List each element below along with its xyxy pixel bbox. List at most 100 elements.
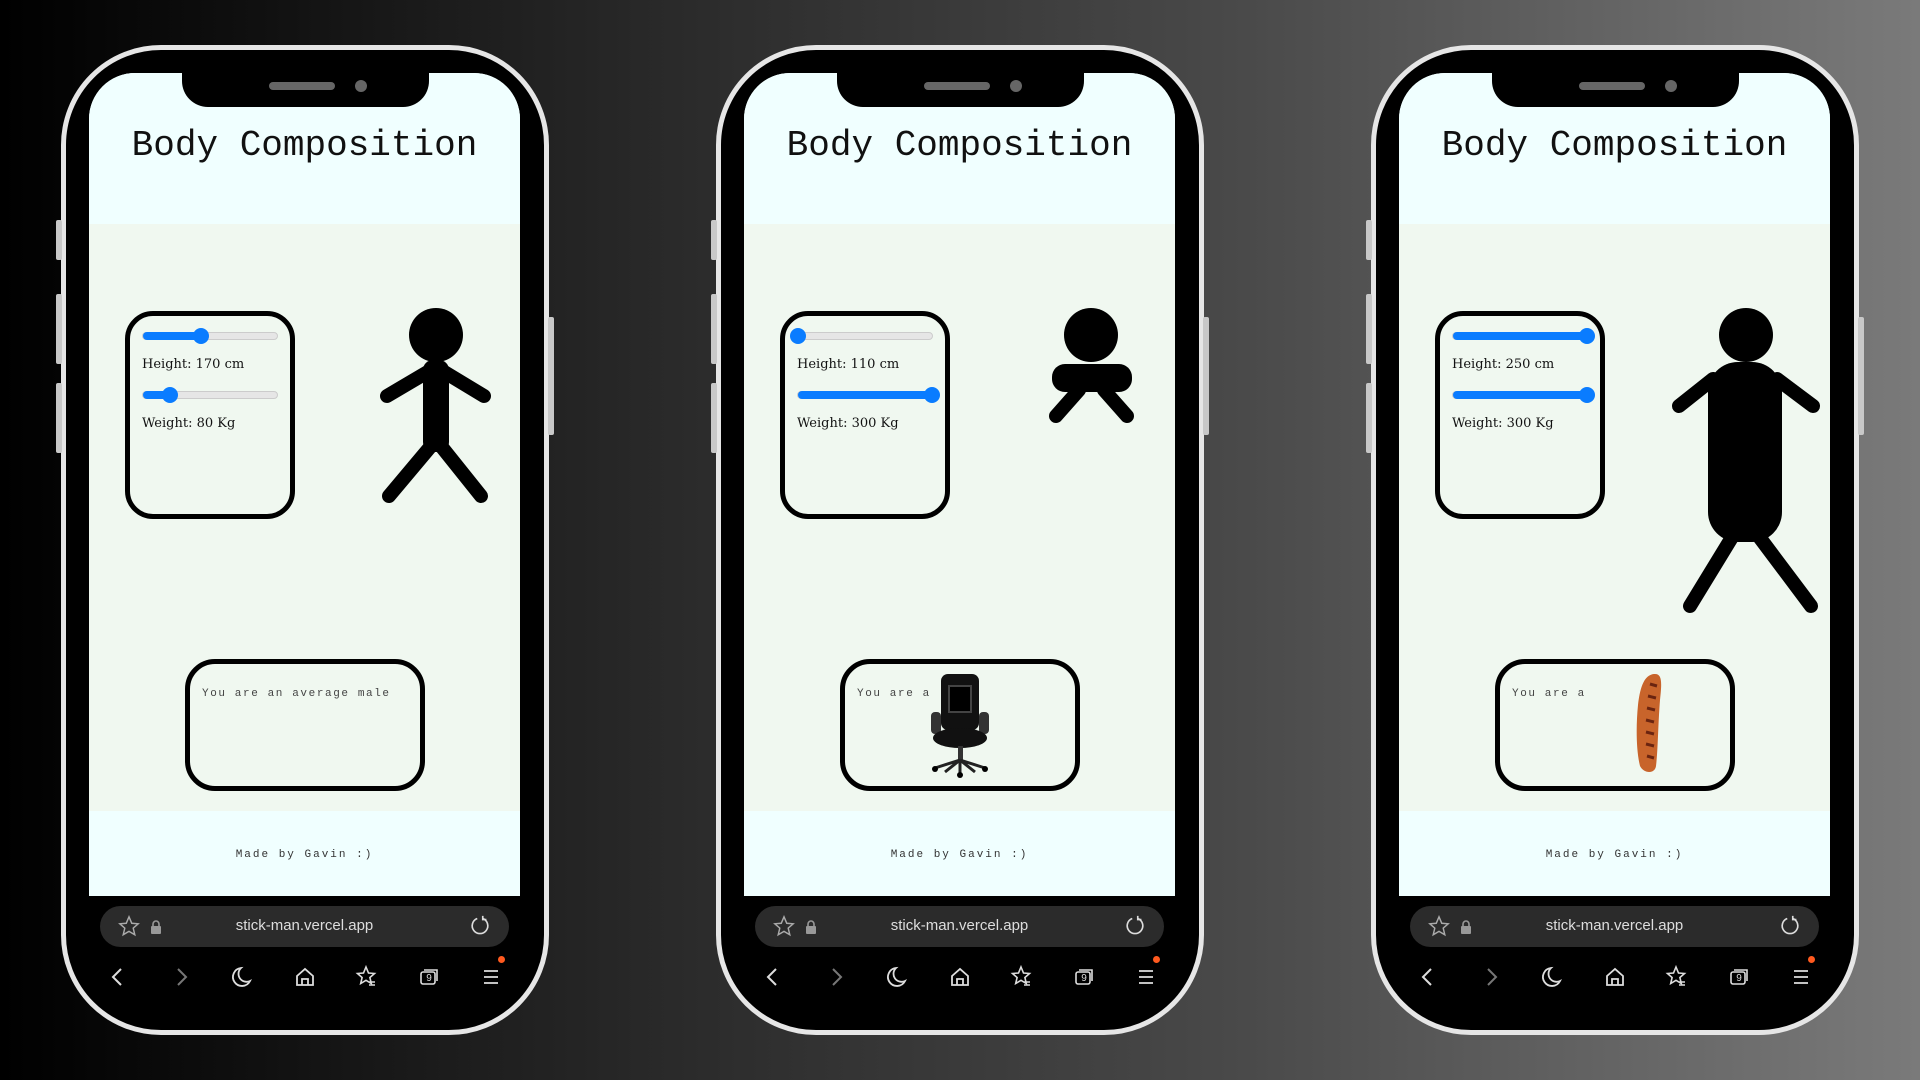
height-label: Height: 170 cm [142,357,245,372]
result-text: You are a [1512,688,1586,700]
menu-button[interactable] [476,956,506,992]
night-mode-moon-icon[interactable] [227,962,257,992]
bookmarks-icon[interactable] [1661,962,1691,992]
web-page: Body Composition Height: 110 cm Weight: … [744,73,1175,896]
stick-figure-average [380,308,491,503]
page-title: Body Composition [786,125,1133,166]
tabs-button[interactable]: 9 [1724,962,1754,992]
home-icon[interactable] [290,962,320,992]
volume-down-button [56,383,62,453]
tabs-button[interactable]: 9 [1069,962,1099,992]
sausage-image [1636,674,1662,772]
footer-credit: Made by Gavin :) [235,849,374,861]
weight-slider[interactable] [797,387,940,403]
stick-figure-tall-wide [1672,308,1820,613]
office-chair-image [931,674,989,778]
footer-credit: Made by Gavin :) [1545,849,1684,861]
page-footer: Made by Gavin :) [1399,811,1830,896]
height-slider-thumb[interactable] [192,328,209,344]
notification-dot [498,956,505,963]
back-icon[interactable] [1413,962,1443,992]
bookmarks-icon[interactable] [351,962,381,992]
height-slider[interactable] [142,328,278,344]
forward-icon[interactable] [1476,962,1506,992]
phone-mockup: Body Composition Height: 170 cm Weight: … [56,45,554,1035]
night-mode-moon-icon[interactable] [1537,962,1567,992]
height-slider-thumb[interactable] [1579,328,1595,344]
tabs-count: 9 [426,973,432,984]
result-card: You are a [1495,659,1735,791]
controls-card: Height: 110 cm Weight: 300 Kg [780,311,950,519]
volume-up-button [1366,294,1372,364]
phone-mockup: Body Composition Height: 250 cm Weight: … [1366,45,1864,1035]
back-icon[interactable] [758,962,788,992]
power-button [1858,317,1864,435]
menu-button[interactable] [1786,956,1816,992]
speaker [269,82,335,90]
mute-switch [56,220,62,260]
browser-toolbar: 9 [1376,956,1864,1002]
night-mode-moon-icon[interactable] [882,962,912,992]
menu-button[interactable] [1131,956,1161,992]
height-slider[interactable] [1452,328,1595,344]
controls-card: Height: 250 cm Weight: 300 Kg [1435,311,1605,519]
controls-card: Height: 170 cm Weight: 80 Kg [125,311,295,519]
notification-dot [1153,956,1160,963]
reload-icon[interactable] [1124,915,1146,937]
volume-up-button [711,294,717,364]
result-text: You are an average male [202,688,391,700]
height-label: Height: 250 cm [1452,357,1555,372]
menu-icon [1794,970,1808,984]
weight-slider-fill [1453,391,1587,399]
browser-toolbar: 9 [721,956,1209,1002]
tabs-button[interactable]: 9 [414,962,444,992]
weight-slider-fill [798,391,932,399]
address-bar[interactable]: stick-man.vercel.app [755,906,1164,947]
page-footer: Made by Gavin :) [744,811,1175,896]
url-text[interactable]: stick-man.vercel.app [100,917,509,934]
address-bar[interactable]: stick-man.vercel.app [100,906,509,947]
menu-icon [1139,970,1153,984]
weight-slider[interactable] [1452,387,1595,403]
reload-icon[interactable] [1779,915,1801,937]
weight-slider-thumb[interactable] [924,387,940,403]
forward-icon[interactable] [821,962,851,992]
notch [182,73,429,107]
weight-label: Weight: 300 Kg [1452,416,1554,431]
front-camera [355,80,367,92]
height-slider-fill [143,332,201,340]
height-slider[interactable] [790,328,933,344]
reload-icon[interactable] [469,915,491,937]
menu-icon [484,970,498,984]
height-slider-thumb[interactable] [790,328,806,344]
url-text[interactable]: stick-man.vercel.app [755,917,1164,934]
speaker [924,82,990,90]
home-icon[interactable] [1600,962,1630,992]
main-section: Height: 110 cm Weight: 300 Kg You are a [744,224,1175,811]
speaker [1579,82,1645,90]
page-title: Body Composition [1441,125,1788,166]
bookmarks-icon[interactable] [1006,962,1036,992]
weight-label: Weight: 300 Kg [797,416,899,431]
mute-switch [1366,220,1372,260]
weight-slider-thumb[interactable] [161,387,178,403]
result-card: You are an average male [185,659,425,791]
tabs-count: 9 [1081,973,1087,984]
home-icon[interactable] [945,962,975,992]
phone-mockup: Body Composition Height: 110 cm Weight: … [711,45,1209,1035]
address-bar[interactable]: stick-man.vercel.app [1410,906,1819,947]
result-text: You are a [857,688,931,700]
volume-down-button [1366,383,1372,453]
weight-slider[interactable] [142,387,278,403]
notification-dot [1808,956,1815,963]
footer-credit: Made by Gavin :) [890,849,1029,861]
url-text[interactable]: stick-man.vercel.app [1410,917,1819,934]
height-label: Height: 110 cm [797,357,900,372]
weight-slider-thumb[interactable] [1579,387,1595,403]
forward-icon[interactable] [166,962,196,992]
volume-up-button [56,294,62,364]
back-icon[interactable] [103,962,133,992]
power-button [1203,317,1209,435]
browser-toolbar: 9 [66,956,554,1002]
main-section: Height: 250 cm Weight: 300 Kg You are a [1399,224,1830,811]
